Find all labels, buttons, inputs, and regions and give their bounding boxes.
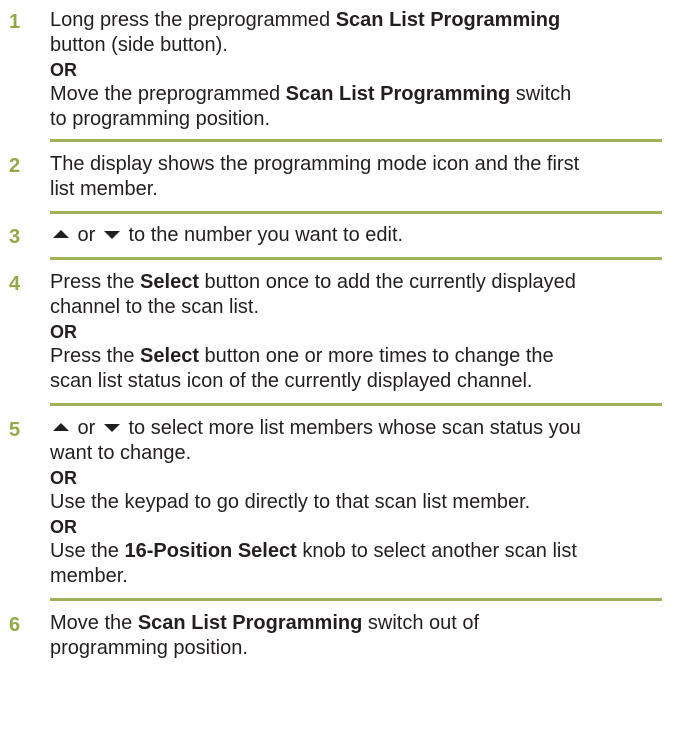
select-label: Select	[140, 271, 199, 293]
step-6: 6 Move the Scan List Programming switch …	[0, 601, 682, 665]
down-arrow-icon	[103, 230, 120, 239]
step-text: Move the preprogrammed Scan List Program…	[50, 83, 572, 105]
step-5: 5 or to select more list members whose s…	[0, 406, 682, 598]
procedure-steps: 1 Long press the preprogrammed Scan List…	[0, 0, 682, 665]
step-number: 6	[9, 614, 21, 636]
step-3: 3 or to the number you want to edit.	[0, 214, 682, 257]
step-text: or to the number you want to edit.	[50, 223, 676, 248]
up-arrow-icon	[53, 422, 69, 431]
step-1: 1 Long press the preprogrammed Scan List…	[0, 0, 682, 139]
step-number: 2	[9, 155, 21, 177]
scan-list-programming-label: Scan List Programming	[137, 612, 363, 634]
step-text: Press the Select button one or more time…	[50, 345, 554, 367]
or-label: OR	[50, 322, 77, 342]
up-arrow-icon	[53, 229, 69, 238]
step-text: Use the keypad to go directly to that sc…	[50, 491, 531, 513]
step-text: Press the Select button once to add the …	[50, 271, 576, 293]
step-text: Use the 16-Position Select knob to selec…	[50, 540, 577, 562]
step-number: 3	[9, 226, 21, 248]
position-select-label: 16-Position Select	[124, 540, 297, 562]
step-2: 2 The display shows the programming mode…	[0, 142, 682, 211]
step-text: member.	[50, 565, 128, 587]
step-text: Move the Scan List Programming switch ou…	[50, 612, 480, 634]
step-text: button (side button).	[50, 34, 228, 56]
step-number: 4	[9, 273, 21, 295]
step-text: or to select more list members whose sca…	[50, 416, 676, 441]
step-text: channel to the scan list.	[50, 296, 260, 318]
step-number: 1	[9, 11, 21, 33]
step-4: 4 Press the Select button once to add th…	[0, 260, 682, 403]
step-text: scan list status icon of the currently d…	[50, 370, 533, 392]
step-text: to programming position.	[50, 108, 271, 130]
step-text: Long press the preprogrammed Scan List P…	[50, 9, 561, 31]
step-text: want to change.	[50, 442, 192, 464]
down-arrow-icon	[103, 423, 120, 432]
scan-list-programming-label: Scan List Programming	[285, 83, 511, 105]
scan-list-programming-label: Scan List Programming	[335, 9, 561, 31]
or-label: OR	[50, 468, 77, 488]
or-label: OR	[50, 517, 77, 537]
step-text: The display shows the programming mode i…	[50, 153, 580, 175]
step-text: list member.	[50, 178, 158, 200]
step-text: programming position.	[50, 637, 248, 659]
or-label: OR	[50, 60, 77, 80]
step-number: 5	[9, 419, 21, 441]
select-label: Select	[140, 345, 199, 367]
